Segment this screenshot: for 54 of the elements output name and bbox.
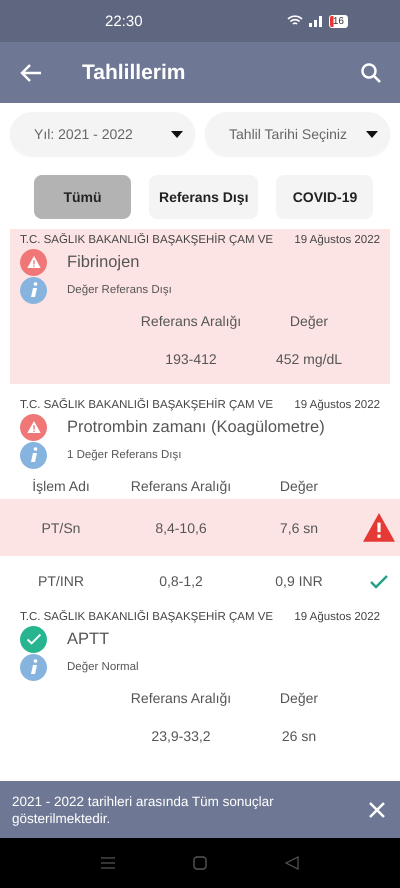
page-title: Tahlillerim <box>82 60 186 84</box>
check-icon <box>369 574 389 588</box>
close-button[interactable] <box>368 800 386 818</box>
result-date: 19 Ağustos 2022 <box>294 398 380 413</box>
wifi-icon <box>286 15 303 27</box>
result-date: 19 Ağustos 2022 <box>294 610 380 625</box>
back-button[interactable] <box>20 62 42 82</box>
search-button[interactable] <box>360 62 382 84</box>
column-header: Değer <box>278 689 320 708</box>
info-icon[interactable] <box>20 442 47 468</box>
column-header: Değer <box>278 477 320 496</box>
institution-name: T.C. SAĞLIK BAKANLIĞI BAŞAKŞEHİR ÇAM VE <box>20 609 274 625</box>
table-cell-text: 8,4-10,6 <box>154 520 208 536</box>
menu-icon[interactable] <box>101 857 115 869</box>
column-header: Değer <box>288 312 330 331</box>
table-cell-text: PT/Sn <box>40 520 82 536</box>
table-cell-text: 7,6 sn <box>278 520 320 536</box>
caret-icon <box>366 130 378 138</box>
filter-chip[interactable]: Tümü <box>34 175 131 219</box>
warning-icon <box>363 513 395 542</box>
snackbar-message: 2021 - 2022 tarihleri arasında Tüm sonuçlar gösterilmektedir. <box>12 792 275 826</box>
column-header: Referans Aralığı <box>140 312 242 331</box>
institution-name: T.C. SAĞLIK BAKANLIĞI BAŞAKŞEHİR ÇAM VE <box>20 232 274 248</box>
filter-chip[interactable]: COVID-19 <box>276 175 374 219</box>
dropdown[interactable]: Yıl: 2021 - 2022 <box>10 112 195 156</box>
result-card[interactable]: T.C. SAĞLIK BAKANLIĞI BAŞAKŞEHİR ÇAM VE 19 Ağustos 2022 Fibrinojen Değer Referans Dışı Referans Aralığı Değer 193-412 452 mg/dL <box>10 229 390 384</box>
info-icon[interactable] <box>20 654 47 680</box>
institution-name: T.C. SAĞLIK BAKANLIĞI BAŞAKŞEHİR ÇAM VE <box>20 397 274 413</box>
test-name: APTT <box>67 630 110 648</box>
status-time: 22:30 <box>105 12 144 30</box>
table-cell-text: 0,9 INR <box>274 573 324 589</box>
signal-icon <box>308 15 323 27</box>
back-icon[interactable] <box>285 856 299 870</box>
home-icon[interactable] <box>193 856 207 870</box>
result-date: 19 Ağustos 2022 <box>294 233 380 248</box>
column-header: İşlem Adı <box>31 477 91 496</box>
table-cell-text: 0,8-1,2 <box>158 573 204 589</box>
dropdown[interactable]: Tahlil Tarihi Seçiniz <box>205 112 390 156</box>
column-header: Referans Aralığı <box>130 689 232 708</box>
result-note: 1 Değer Referans Dışı <box>67 449 182 461</box>
filter-chip[interactable]: Referans Dışı <box>149 175 258 219</box>
table-cell-text: 26 sn <box>280 728 318 744</box>
test-name: Protrombin zamanı (Koagülometre) <box>67 418 325 436</box>
caret-icon <box>171 130 183 138</box>
column-header: Referans Aralığı <box>130 477 232 496</box>
info-icon[interactable] <box>20 276 47 304</box>
battery-level: 16 <box>328 14 348 28</box>
result-note: Değer Normal <box>67 661 139 673</box>
table-cell-text: PT/INR <box>37 573 85 589</box>
table-cell-text: 193-412 <box>164 351 218 367</box>
result-note: Değer Referans Dışı <box>67 284 172 296</box>
table-cell-text: 452 mg/dL <box>274 351 344 367</box>
table-cell-text: 23,9-33,2 <box>150 728 212 744</box>
test-name: Fibrinojen <box>67 252 140 272</box>
